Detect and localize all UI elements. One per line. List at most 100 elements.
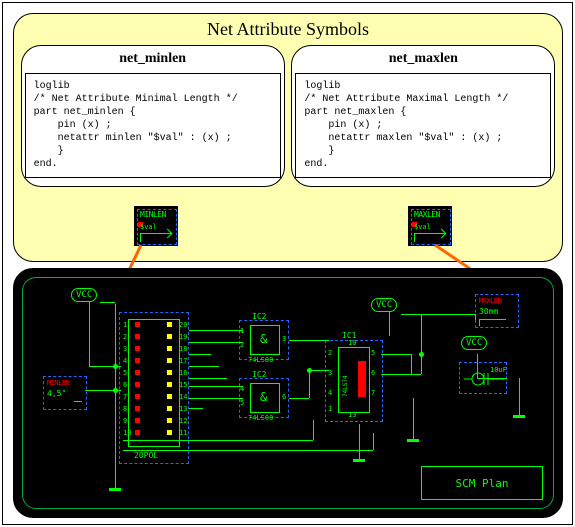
wire xyxy=(189,386,243,387)
minlen-inst-val: 4,5" xyxy=(47,389,66,398)
wire xyxy=(100,302,115,303)
pin-no: 8 xyxy=(123,405,127,413)
ic2b-ref: IC2 xyxy=(252,370,266,379)
wire xyxy=(519,378,520,406)
wire xyxy=(189,378,227,379)
ground-2 xyxy=(353,448,365,462)
wire xyxy=(411,354,412,374)
conn-pin xyxy=(167,346,172,351)
wire xyxy=(401,314,475,315)
wire xyxy=(89,302,90,366)
wire xyxy=(289,340,329,341)
wire xyxy=(189,408,203,409)
maxlen-inst-label: MAXLEN xyxy=(479,297,501,305)
wire xyxy=(189,366,219,367)
conn-pin xyxy=(135,418,140,423)
vcc-label-2: VCC xyxy=(371,298,397,312)
pin-no: 6 xyxy=(123,381,127,389)
junction-dot xyxy=(113,364,118,369)
pin-no: 3 xyxy=(123,345,127,353)
wire xyxy=(477,354,478,378)
wire xyxy=(189,342,243,343)
pin-no: 19 xyxy=(179,333,187,341)
maxlen-inst-val: 30mm xyxy=(479,307,498,316)
pin-no: 10 xyxy=(123,429,131,437)
pin-no: 18 xyxy=(179,345,187,353)
chip-ic2b: & IC2 74LS00 4 5 6 xyxy=(239,378,289,418)
ground-1 xyxy=(109,477,121,491)
ground-3 xyxy=(407,428,419,442)
pin-no: 20 xyxy=(179,321,187,329)
chip-ic2a: & IC2 74LS00 1 2 3 xyxy=(239,320,289,360)
wire xyxy=(123,450,373,451)
junction-dot xyxy=(419,352,424,357)
conn-pin xyxy=(167,370,172,375)
junction-dot xyxy=(113,388,118,393)
wire xyxy=(413,398,414,428)
wire xyxy=(189,330,243,331)
conn-pin xyxy=(167,418,172,423)
wire xyxy=(313,420,314,440)
connector-label: 20POL xyxy=(134,451,158,460)
conn-pin xyxy=(135,334,140,339)
pin-no: 17 xyxy=(179,357,187,365)
conn-pin xyxy=(167,334,172,339)
conn-pin xyxy=(135,430,140,435)
pin-no: 11 xyxy=(179,429,187,437)
conn-pin xyxy=(135,358,140,363)
ic2a-ref: IC2 xyxy=(252,312,266,321)
ic2b-gate: & xyxy=(260,390,267,404)
pin-no: 15 xyxy=(179,381,187,389)
junction-dot xyxy=(307,368,312,373)
pin-no: 4 xyxy=(123,357,127,365)
wire xyxy=(381,374,421,375)
wire xyxy=(475,314,476,320)
wire xyxy=(373,433,374,450)
pin-no: 9 xyxy=(123,417,127,425)
cap-value: 10uF xyxy=(490,366,507,374)
conn-pin xyxy=(135,394,140,399)
wire xyxy=(289,398,309,399)
diagram-frame: Net Attribute Symbols net_minlen loglib … xyxy=(2,2,573,525)
ic2b-type: 74LS00 xyxy=(248,414,273,422)
legend-label: SCM Plan xyxy=(456,477,509,490)
conn-pin xyxy=(135,406,140,411)
conn-pin xyxy=(135,346,140,351)
pin-no: 7 xyxy=(123,393,127,401)
wire xyxy=(123,440,313,441)
conn-pin xyxy=(167,430,172,435)
pin-no: 5 xyxy=(123,369,127,377)
wire xyxy=(189,354,211,355)
schematic-panel: VCC VCC VCC MAXLEN 30mm MINLEN 4,5" xyxy=(13,268,563,518)
wire xyxy=(389,312,390,336)
wire xyxy=(421,314,422,374)
chip-ic1: IC1 74LS74 2 3 4 1 5 6 7 10 13 xyxy=(325,340,383,422)
conn-pin xyxy=(167,394,172,399)
pin-no: 16 xyxy=(179,369,187,377)
ic1-type: 74LS74 xyxy=(342,375,349,397)
minlen-inst-label: MINLEN xyxy=(47,379,69,387)
minlen-instance: MINLEN 4,5" xyxy=(43,376,87,410)
schematic-canvas: VCC VCC VCC MAXLEN 30mm MINLEN 4,5" xyxy=(23,278,553,508)
ground-4 xyxy=(513,404,525,418)
wire xyxy=(189,398,243,399)
wire xyxy=(309,370,310,398)
schematic-border: VCC VCC VCC MAXLEN 30mm MINLEN 4,5" xyxy=(22,277,554,509)
conn-pin xyxy=(167,358,172,363)
ic2a-gate: & xyxy=(260,332,267,346)
pin-no: 14 xyxy=(179,393,187,401)
wire xyxy=(359,424,360,450)
conn-pin xyxy=(167,322,172,327)
vcc-label-1: VCC xyxy=(71,288,97,302)
pin-no: 12 xyxy=(179,417,187,425)
conn-pin xyxy=(167,382,172,387)
conn-pin xyxy=(135,322,140,327)
vcc-label-3: VCC xyxy=(461,336,487,350)
wire xyxy=(309,370,329,371)
conn-pin xyxy=(135,382,140,387)
pin-no: 2 xyxy=(123,333,127,341)
pin-no: 1 xyxy=(123,321,127,329)
legend-box: SCM Plan xyxy=(421,466,543,500)
wire xyxy=(381,354,411,355)
maxlen-instance: MAXLEN 30mm xyxy=(475,294,519,328)
